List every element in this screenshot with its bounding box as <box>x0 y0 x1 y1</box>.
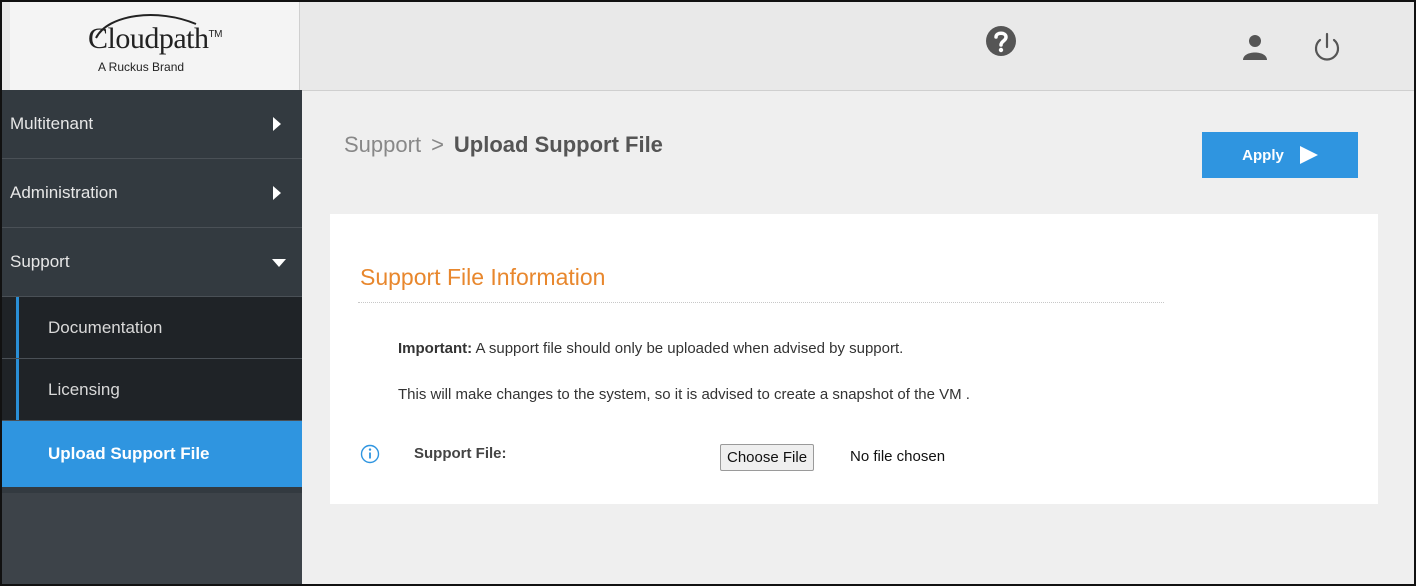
sidebar-item-upload-support-file[interactable]: Upload Support File <box>2 421 302 487</box>
important-note: Important: A support file should only be… <box>398 340 903 357</box>
important-label: Important: <box>398 340 473 357</box>
logo[interactable]: CloudpathTM A Ruckus Brand <box>10 2 300 90</box>
app-window: CloudpathTM A Ruckus Brand Multitenant A… <box>0 0 1416 586</box>
sidebar-item-label: Documentation <box>48 317 163 337</box>
breadcrumb: Support > Upload Support File <box>344 132 663 158</box>
page-title: Upload Support File <box>453 132 663 157</box>
section-title: Support File Information <box>360 264 606 290</box>
chevron-right-icon <box>273 117 281 131</box>
top-bar: CloudpathTM A Ruckus Brand <box>2 2 1414 91</box>
choose-file-button[interactable]: Choose File <box>720 444 815 471</box>
play-icon <box>1299 146 1318 164</box>
question-icon[interactable] <box>984 24 1018 58</box>
breadcrumb-separator: > <box>431 132 444 157</box>
chevron-right-icon <box>273 186 281 200</box>
apply-button[interactable]: Apply <box>1202 132 1358 178</box>
sidebar-item-label: Licensing <box>48 379 120 399</box>
support-file-label: Support File: <box>414 445 507 462</box>
apply-button-label: Apply <box>1242 146 1284 164</box>
chevron-down-icon <box>272 259 286 267</box>
support-submenu: Documentation Licensing Upload Support F… <box>2 297 302 487</box>
sidebar-item-label: Support <box>10 252 70 271</box>
sidebar-item-licensing[interactable]: Licensing <box>2 359 302 421</box>
file-status-text: No file chosen <box>850 448 946 465</box>
sidebar-item-documentation[interactable]: Documentation <box>2 297 302 359</box>
sidebar-item-label: Multitenant <box>10 114 94 133</box>
section-divider <box>358 302 1164 303</box>
power-icon[interactable] <box>1310 30 1344 64</box>
important-text: A support file should only be uploaded w… <box>472 340 904 357</box>
sidebar-item-support[interactable]: Support <box>2 228 302 297</box>
sidebar-item-multitenant[interactable]: Multitenant <box>2 90 302 159</box>
logo-wordmark: CloudpathTM <box>88 22 222 55</box>
sidebar-item-label: Upload Support File <box>48 444 210 463</box>
logo-tagline: A Ruckus Brand <box>98 60 185 74</box>
user-icon[interactable] <box>1238 30 1272 64</box>
advice-note: This will make changes to the system, so… <box>398 386 970 403</box>
sidebar-item-label: Administration <box>10 183 118 202</box>
breadcrumb-parent[interactable]: Support <box>344 132 421 157</box>
sidebar: Multitenant Administration Support Docum… <box>2 90 302 584</box>
sidebar-item-administration[interactable]: Administration <box>2 159 302 228</box>
info-icon[interactable] <box>360 444 380 464</box>
support-file-panel: Support File Information Important: A su… <box>330 214 1378 504</box>
sidebar-empty-area <box>2 493 302 584</box>
